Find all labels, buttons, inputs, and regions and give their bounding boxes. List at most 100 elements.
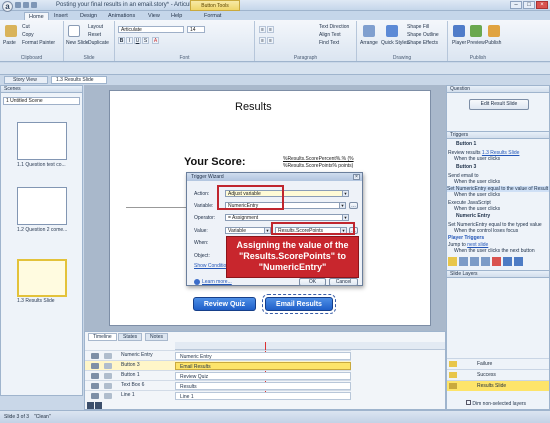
quick-styles-button[interactable]: Quick Styles xyxy=(381,40,409,46)
quick-styles-icon[interactable] xyxy=(386,25,398,37)
timeline-row[interactable]: Numeric Entry Numeric Entry xyxy=(85,350,351,360)
operator-select[interactable]: = Assignment ▼ xyxy=(225,214,349,221)
app-logo-icon[interactable]: a xyxy=(2,1,13,12)
eye-icon[interactable] xyxy=(91,353,99,359)
new-slide-button[interactable]: New Slide xyxy=(66,40,89,46)
new-trigger-icon[interactable] xyxy=(448,257,457,266)
font-family-select[interactable]: Articulate xyxy=(118,26,184,33)
dialog-close-icon[interactable]: × xyxy=(353,174,360,180)
undo-icon[interactable] xyxy=(23,2,29,8)
font-color-icon[interactable]: A xyxy=(152,37,159,44)
lock-icon[interactable] xyxy=(104,363,112,369)
timeline-row[interactable]: Line 1 Line 1 xyxy=(85,390,351,400)
player-icon[interactable] xyxy=(453,25,465,37)
review-quiz-button[interactable]: Review Quiz xyxy=(193,297,256,311)
learn-more-link[interactable]: Learn more... xyxy=(202,279,232,285)
arrange-button[interactable]: Arrange xyxy=(360,40,378,46)
score-percent-variable[interactable]: %Results.ScorePercent%.% (% xyxy=(283,156,354,162)
cut-button[interactable]: Cut xyxy=(22,24,30,30)
layer-item[interactable]: Failure xyxy=(447,358,549,369)
copy-trigger-icon[interactable] xyxy=(470,257,479,266)
eye-icon[interactable] xyxy=(91,393,99,399)
tab-timeline[interactable]: Timeline xyxy=(88,333,117,341)
timeline-row[interactable]: Text Box 6 Results xyxy=(85,380,351,390)
score-label[interactable]: Your Score: xyxy=(184,156,246,168)
dropdown-arrow-icon[interactable]: ▼ xyxy=(339,203,345,208)
cancel-button[interactable]: Cancel xyxy=(329,278,358,286)
redo-icon[interactable] xyxy=(31,2,37,8)
slide-thumbnail-1[interactable] xyxy=(17,122,67,160)
shape-fill-button[interactable]: Shape Fill xyxy=(407,24,429,30)
timeline-bar[interactable]: Email Results xyxy=(175,362,351,370)
stop-icon[interactable] xyxy=(95,402,102,409)
slide-title[interactable]: Results xyxy=(235,101,272,113)
timeline-row[interactable]: Button 1 Review Quiz xyxy=(85,370,351,380)
paste-trigger-icon[interactable] xyxy=(481,257,490,266)
layout-button[interactable]: Layout xyxy=(88,24,103,30)
player-triggers-heading[interactable]: Player Triggers xyxy=(448,235,484,241)
tab-story-view[interactable]: Story View xyxy=(4,76,48,84)
strikethrough-icon[interactable]: S xyxy=(142,37,149,44)
timeline-bar[interactable]: Results xyxy=(175,382,351,390)
align-center-icon[interactable]: ≡ xyxy=(267,37,274,44)
delete-trigger-icon[interactable] xyxy=(492,257,501,266)
timeline-ruler[interactable] xyxy=(175,342,445,350)
eye-icon[interactable] xyxy=(91,373,99,379)
move-down-icon[interactable] xyxy=(514,257,523,266)
format-painter-button[interactable]: Format Painter xyxy=(22,40,55,46)
tab-notes[interactable]: Notes xyxy=(145,333,169,341)
find-text-button[interactable]: Find Text xyxy=(319,40,339,46)
trigger-object-button1[interactable]: Button 1 xyxy=(456,141,476,147)
checkbox-icon[interactable] xyxy=(466,400,471,405)
edit-result-slide-button[interactable]: Edit Result Slide xyxy=(469,99,529,110)
timeline-bar[interactable]: Numeric Entry xyxy=(175,352,351,360)
timeline-bar[interactable]: Review Quiz xyxy=(175,372,351,380)
close-icon[interactable]: × xyxy=(536,1,548,9)
save-icon[interactable] xyxy=(15,2,21,8)
slide-thumbnail-3[interactable] xyxy=(17,259,67,297)
ok-button[interactable]: OK xyxy=(299,278,326,286)
publish-icon[interactable] xyxy=(488,25,500,37)
lock-icon[interactable] xyxy=(104,373,112,379)
context-tab-button-tools[interactable]: Button Tools xyxy=(190,0,240,11)
duplicate-button[interactable]: Duplicate xyxy=(88,40,109,46)
bullets-icon[interactable]: ≡ xyxy=(259,26,266,33)
shape-effects-button[interactable]: Shape Effects xyxy=(407,40,438,46)
font-size-select[interactable]: 14 xyxy=(187,26,205,33)
shape-outline-button[interactable]: Shape Outline xyxy=(407,32,439,38)
arrange-icon[interactable] xyxy=(363,25,375,37)
lock-icon[interactable] xyxy=(104,393,112,399)
trigger-object-button3[interactable]: Button 3 xyxy=(456,164,476,170)
edit-trigger-icon[interactable] xyxy=(459,257,468,266)
timeline-bar[interactable]: Line 1 xyxy=(175,392,351,400)
preview-icon[interactable] xyxy=(470,25,482,37)
timeline-row[interactable]: Button 3 Email Results xyxy=(85,360,351,370)
help-icon[interactable] xyxy=(194,279,200,285)
preview-button[interactable]: Preview xyxy=(467,40,485,46)
paste-icon[interactable] xyxy=(5,25,17,37)
eye-icon[interactable] xyxy=(91,363,99,369)
text-direction-button[interactable]: Text Direction xyxy=(319,24,349,30)
dropdown-arrow-icon[interactable]: ▼ xyxy=(264,228,270,233)
tab-states[interactable]: States xyxy=(118,333,143,341)
maximize-icon[interactable]: □ xyxy=(523,1,535,9)
dim-layers-checkbox[interactable]: Dim non-selected layers xyxy=(466,400,526,407)
new-slide-icon[interactable] xyxy=(68,25,80,37)
email-results-button[interactable]: Email Results xyxy=(262,294,336,314)
eye-icon[interactable] xyxy=(91,383,99,389)
align-text-button[interactable]: Align Text xyxy=(319,32,341,38)
layer-item-selected[interactable]: Results Slide xyxy=(447,380,549,391)
score-points-variable[interactable]: %Results.ScorePoints% points) xyxy=(283,163,353,169)
play-icon[interactable] xyxy=(87,402,94,409)
numbering-icon[interactable]: ≡ xyxy=(267,26,274,33)
tab-results-slide[interactable]: 1.3 Results Slide xyxy=(51,76,107,84)
dropdown-arrow-icon[interactable]: ▼ xyxy=(342,215,348,220)
align-left-icon[interactable]: ≡ xyxy=(259,37,266,44)
copy-button[interactable]: Copy xyxy=(22,32,34,38)
variable-browse-button[interactable]: … xyxy=(349,202,358,209)
bold-icon[interactable]: B xyxy=(118,37,125,44)
italic-icon[interactable]: I xyxy=(126,37,133,44)
layer-item[interactable]: Success xyxy=(447,369,549,380)
scene-select[interactable]: 1 Untitled Scene xyxy=(3,97,80,105)
reset-button[interactable]: Reset xyxy=(88,32,101,38)
